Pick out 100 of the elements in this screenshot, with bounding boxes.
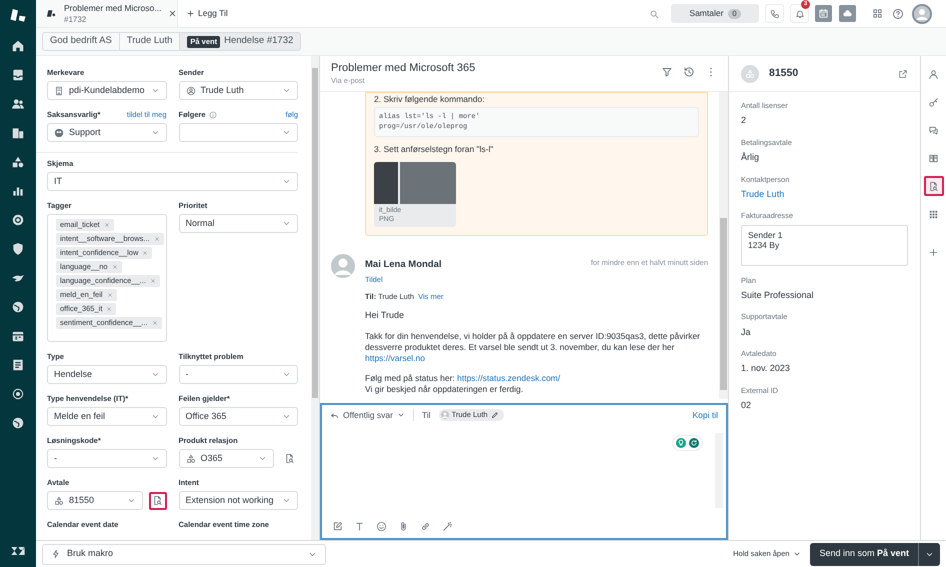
- shield-icon[interactable]: [11, 242, 25, 256]
- address-field[interactable]: Sender 1 1234 By: [741, 224, 908, 266]
- plus-icon: [186, 9, 195, 18]
- refresh-icon[interactable]: [689, 438, 699, 448]
- chevron-icon: [150, 412, 160, 421]
- chevron-icon: [150, 454, 160, 463]
- globe-icon[interactable]: [11, 416, 25, 430]
- emoji-icon[interactable]: [376, 520, 387, 532]
- grid-icon[interactable]: [872, 8, 883, 19]
- record-id: 81550: [769, 66, 800, 81]
- lightbulb-icon[interactable]: [676, 438, 686, 448]
- calendar-icon: [818, 8, 829, 19]
- select-field[interactable]: Extension not working: [178, 491, 298, 510]
- select-field[interactable]: -: [47, 449, 166, 468]
- select-field[interactable]: Hendelse: [47, 365, 166, 384]
- select-field[interactable]: Melde en feil: [47, 407, 166, 426]
- remove-icon: [106, 292, 113, 298]
- plus-icon: [928, 246, 939, 258]
- cc-link[interactable]: Kopi til: [692, 408, 718, 422]
- reply-type-dropdown[interactable]: Offentlig svar: [330, 408, 414, 422]
- external-link-icon[interactable]: [898, 68, 908, 78]
- remove-icon: [152, 320, 158, 326]
- select-field[interactable]: Office 365: [178, 407, 298, 426]
- person-silhouette-icon: [331, 254, 355, 278]
- photo-placeholder: [374, 162, 398, 204]
- search-icon[interactable]: [649, 8, 659, 18]
- inbox-icon[interactable]: [11, 68, 25, 82]
- message-link[interactable]: https://varsel.no: [365, 353, 426, 363]
- person-silhouette-icon: [440, 411, 449, 419]
- field-value: Årlig: [741, 151, 760, 164]
- compose-icon[interactable]: [332, 520, 343, 532]
- link-icon[interactable]: [420, 520, 431, 532]
- chevron-icon: [126, 496, 136, 505]
- chevron-icon: [282, 496, 291, 505]
- phone-button[interactable]: [765, 4, 784, 23]
- globe-icon[interactable]: [11, 300, 25, 314]
- app-button[interactable]: [839, 5, 856, 22]
- select-field[interactable]: [178, 123, 298, 142]
- filter-icon[interactable]: [661, 66, 673, 78]
- ticket-tab[interactable]: Problemer med Microso... #1732: [36, 0, 178, 27]
- building-icon: [54, 86, 64, 96]
- chevron-icon: [282, 412, 291, 421]
- home-icon[interactable]: [11, 39, 25, 53]
- add-tab-button[interactable]: Legg Til: [186, 7, 228, 20]
- calendar-button[interactable]: [815, 5, 832, 22]
- select-field[interactable]: O365: [178, 449, 274, 468]
- contact-link[interactable]: Trude Luth: [741, 188, 908, 202]
- calendar-icon[interactable]: [11, 329, 25, 343]
- ticket-title: Problemer med Microsoft 365: [331, 62, 476, 75]
- select-field[interactable]: IT: [47, 172, 298, 191]
- chevron-icon: [282, 177, 291, 186]
- remove-icon: [104, 222, 110, 228]
- scrollbar-thumb[interactable]: [312, 68, 318, 398]
- remove-icon: [150, 278, 156, 284]
- close-icon[interactable]: [168, 9, 178, 18]
- document-search-icon: [928, 180, 939, 192]
- select-field[interactable]: Trude Luth: [178, 81, 298, 100]
- shapes-icon: [54, 496, 64, 506]
- author-name: Mai Lena Mondal: [365, 258, 443, 272]
- select-field[interactable]: pdi-Kundelabdemo: [47, 81, 166, 100]
- breadcrumb-link[interactable]: God bedrift AS: [43, 33, 120, 50]
- avatar[interactable]: [912, 4, 932, 24]
- lookup-button[interactable]: [148, 492, 166, 510]
- magic-wand-icon[interactable]: [442, 520, 453, 532]
- document-search-icon: [284, 453, 295, 464]
- bell-icon: [794, 8, 804, 18]
- scrollbar-thumb[interactable]: [720, 218, 727, 390]
- settings-icon[interactable]: [11, 213, 25, 227]
- help-icon[interactable]: [892, 8, 904, 20]
- select-field[interactable]: 81550: [47, 491, 143, 510]
- field-value: Ja: [741, 326, 752, 338]
- select-field[interactable]: Normal: [178, 214, 298, 233]
- book-icon: [928, 152, 939, 164]
- people-icon[interactable]: [11, 97, 25, 111]
- user-icon: [186, 86, 196, 96]
- shapes-icon: [186, 454, 196, 464]
- chevron-icon: [282, 128, 291, 137]
- photo-placeholder: [400, 162, 456, 204]
- sidebar-app-button[interactable]: [924, 176, 944, 196]
- ticket-icon: [46, 8, 57, 19]
- history-icon[interactable]: [683, 66, 695, 78]
- document-search-icon: [152, 495, 164, 506]
- greeting: Hei Trude: [365, 308, 404, 322]
- apps-icon: [928, 208, 939, 220]
- logo-icon[interactable]: [9, 6, 27, 24]
- building-icon[interactable]: [11, 126, 25, 140]
- shapes-icon[interactable]: [11, 155, 25, 169]
- message-link[interactable]: https://status.zendesk.com/: [457, 373, 560, 383]
- key-icon: [928, 96, 939, 108]
- step-text: 3. Sett anførselstegn foran "ls-l": [374, 143, 494, 156]
- macro-dropdown[interactable]: Bruk makro: [42, 544, 326, 564]
- select-field[interactable]: -: [178, 365, 298, 384]
- chat-icon: [928, 124, 939, 136]
- list-icon[interactable]: [11, 358, 25, 372]
- breadcrumb-link[interactable]: Trude Luth: [120, 33, 180, 50]
- shapes-icon: [745, 68, 755, 78]
- step-text: 2. Skriv følgende kommando:: [374, 94, 485, 105]
- text-format-icon[interactable]: [354, 520, 365, 532]
- target-icon[interactable]: [11, 387, 25, 401]
- select-field[interactable]: Support: [47, 123, 166, 142]
